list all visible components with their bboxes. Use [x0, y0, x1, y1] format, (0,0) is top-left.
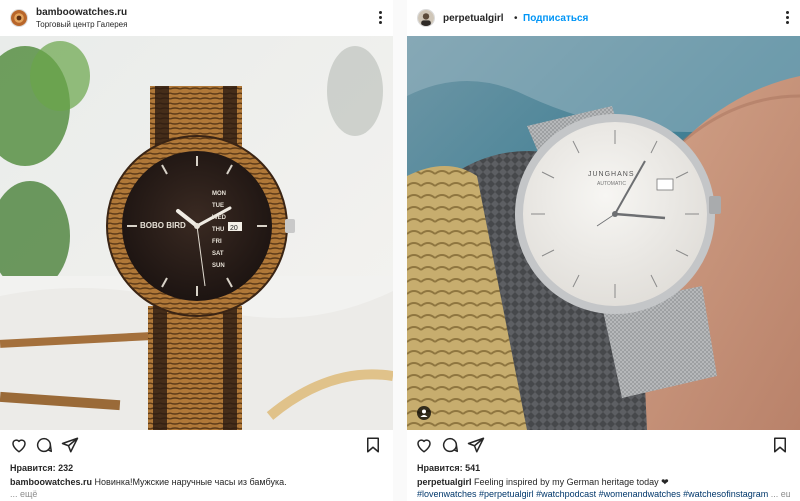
post-header: perpetualgirl • Подписаться: [407, 0, 800, 36]
watch-day-label: THU: [212, 227, 224, 233]
caption-hashtags: #lovenwatches #perpetualgirl #watchpodca…: [417, 489, 790, 499]
likes-label: Нравится:: [417, 463, 463, 473]
post-actions: [407, 436, 800, 456]
watch-date-window: 20: [230, 225, 238, 232]
watch-brand-text: JUNGHANS: [588, 171, 635, 178]
caption-text: Новинка!Мужские наручные часы из бамбука…: [94, 477, 287, 487]
caption-username[interactable]: perpetualgirl: [417, 477, 472, 487]
avatar[interactable]: [10, 9, 28, 27]
caption-username[interactable]: bamboowatches.ru: [10, 477, 92, 487]
user-tag-icon[interactable]: [417, 406, 431, 420]
post-image[interactable]: BOBO BIRD MON TUE WED THU FRI SAT SUN 20: [0, 36, 393, 430]
follow-button[interactable]: Подписаться: [523, 13, 588, 24]
watch-day-label: SUN: [212, 263, 225, 269]
hashtag-text[interactable]: #lovenwatches #perpetualgirl #watchpodca…: [417, 489, 768, 499]
comment-icon[interactable]: [441, 436, 459, 454]
post-image[interactable]: JUNGHANS AUTOMATIC: [407, 36, 800, 430]
post-perpetualgirl: perpetualgirl • Подписаться JUNGHANS AUT…: [407, 0, 800, 501]
likes-count[interactable]: Нравится: 541: [417, 463, 480, 473]
heart-icon[interactable]: [415, 436, 433, 454]
gutter: [393, 0, 407, 501]
comment-icon[interactable]: [35, 436, 53, 454]
more-link[interactable]: ... ещё: [771, 489, 790, 499]
caption-text: Feeling inspired by my German heritage t…: [474, 477, 669, 487]
watch-day-label: MON: [212, 191, 226, 197]
likes-count[interactable]: Нравится: 232: [10, 463, 73, 473]
avatar[interactable]: [417, 9, 435, 27]
watch-brand-text: BOBO BIRD: [140, 221, 186, 230]
separator: •: [514, 13, 518, 24]
watch-day-label: SAT: [212, 251, 224, 257]
watch-day-label: TUE: [212, 203, 224, 209]
more-link[interactable]: ... ещё: [10, 489, 37, 499]
more-options-icon[interactable]: [379, 11, 383, 25]
watch-subtitle-text: AUTOMATIC: [597, 181, 626, 187]
more-options-icon[interactable]: [786, 11, 790, 25]
likes-number: 232: [58, 463, 74, 473]
watch-day-label: WED: [212, 215, 227, 221]
post-header: bamboowatches.ru Торговый центр Галерея: [0, 0, 393, 36]
bookmark-icon[interactable]: [771, 436, 789, 454]
post-actions: [0, 436, 393, 456]
username[interactable]: bamboowatches.ru: [36, 7, 127, 18]
bookmark-icon[interactable]: [364, 436, 382, 454]
watch-day-label: FRI: [212, 239, 222, 245]
likes-number: 541: [465, 463, 481, 473]
heart-icon[interactable]: [10, 436, 28, 454]
post-bamboowatches: bamboowatches.ru Торговый центр Галерея: [0, 0, 393, 501]
location-link[interactable]: Торговый центр Галерея: [36, 20, 127, 29]
share-icon[interactable]: [61, 436, 79, 454]
share-icon[interactable]: [467, 436, 485, 454]
likes-label: Нравится:: [10, 463, 56, 473]
username[interactable]: perpetualgirl: [443, 13, 504, 24]
caption: bamboowatches.ru Новинка!Мужские наручны…: [10, 477, 383, 487]
caption: perpetualgirl Feeling inspired by my Ger…: [417, 477, 790, 488]
